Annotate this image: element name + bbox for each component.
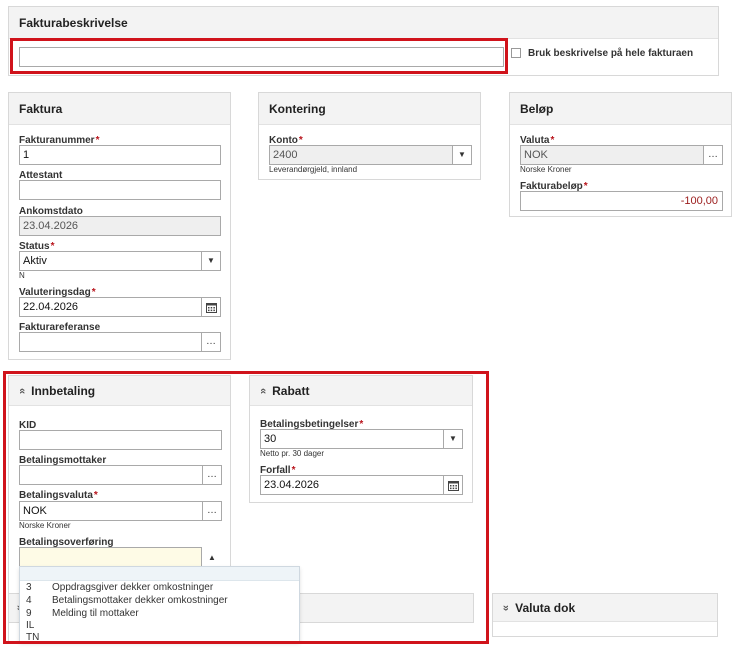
panel-title: Beløp <box>520 101 554 116</box>
valuta-dok-header[interactable]: « Valuta dok <box>493 594 717 622</box>
valuta-input[interactable]: NOK … <box>520 145 723 165</box>
fakturabeskrivelse-header: Fakturabeskrivelse <box>9 7 718 39</box>
forfall-input[interactable]: 23.04.2026 <box>260 475 463 495</box>
checkbox-label: Bruk beskrivelse på hele fakturaen <box>528 48 694 59</box>
betalingsbetingelser-sub: Netto pr. 30 dager <box>260 449 325 458</box>
faktura-header: Faktura <box>9 93 230 125</box>
dropdown-header <box>20 567 299 581</box>
valuta-value: NOK <box>524 149 548 161</box>
betalingsmottaker-input[interactable]: … <box>19 465 222 485</box>
betalingsvaluta-input[interactable]: NOK … <box>19 501 222 521</box>
chevron-down-icon[interactable]: ▼ <box>452 145 472 165</box>
valuta-dok-panel: « Valuta dok <box>492 593 718 637</box>
betalingsvaluta-label: Betalingsvaluta* <box>19 490 98 501</box>
status-select[interactable]: Aktiv ▼ <box>19 251 221 271</box>
ankomstdato-input: 23.04.2026 <box>19 216 221 236</box>
attestant-input[interactable] <box>19 180 221 200</box>
betalingsbetingelser-select[interactable]: 30 ▼ <box>260 429 463 449</box>
collapse-icon[interactable]: « <box>16 387 28 393</box>
ellipsis-icon[interactable]: … <box>202 501 222 521</box>
betalingsvaluta-sub: Norske Kroner <box>19 521 71 530</box>
panel-title: Rabatt <box>272 383 310 398</box>
dropdown-option[interactable]: 3 Oppdragsgiver dekker omkostninger <box>20 581 299 594</box>
konto-select[interactable]: 2400 ▼ <box>269 145 472 165</box>
chevron-down-icon[interactable]: ▼ <box>201 251 221 271</box>
fakturabeskrivelse-input[interactable] <box>19 47 504 67</box>
chevron-down-icon[interactable]: ▼ <box>443 429 463 449</box>
betalingsbetingelser-value: 30 <box>264 433 277 445</box>
panel-title: Fakturabeskrivelse <box>19 15 128 30</box>
collapse-icon[interactable]: « <box>257 387 269 393</box>
status-value: Aktiv <box>23 255 47 267</box>
ellipsis-icon[interactable]: … <box>202 465 222 485</box>
dropdown-option[interactable]: 9 Melding til mottaker <box>20 607 299 620</box>
rabatt-panel: « Rabatt Betalingsbetingelser* 30 ▼ Nett… <box>249 375 473 503</box>
expand-icon[interactable]: « <box>500 604 512 610</box>
belop-header: Beløp <box>510 93 731 125</box>
dropdown-option[interactable]: 4 Betalingsmottaker dekker omkostninger <box>20 594 299 607</box>
rabatt-header[interactable]: « Rabatt <box>250 376 472 406</box>
valuteringsdag-value: 22.04.2026 <box>23 301 79 313</box>
panel-title: Valuta dok <box>515 600 576 615</box>
kid-input[interactable] <box>19 430 222 450</box>
forfall-value: 23.04.2026 <box>264 479 320 491</box>
betalingsoverforing-dropdown[interactable]: 3 Oppdragsgiver dekker omkostninger 4 Beta… <box>19 566 300 644</box>
kontering-header: Kontering <box>259 93 480 125</box>
innbetaling-header[interactable]: « Innbetaling <box>9 376 230 406</box>
konto-value: 2400 <box>273 149 298 161</box>
konto-sub: Leverandørgjeld, innland <box>269 165 358 174</box>
ellipsis-icon[interactable]: … <box>703 145 723 165</box>
dropdown-option[interactable]: TN <box>20 632 299 644</box>
panel-title: Faktura <box>19 101 63 116</box>
fakturabelop-input[interactable]: -100,00 <box>520 191 723 211</box>
betalingsvaluta-value: NOK <box>23 505 47 517</box>
valuteringsdag-input[interactable]: 22.04.2026 <box>19 297 221 317</box>
dropdown-option[interactable]: IL <box>20 620 299 632</box>
calendar-icon[interactable] <box>201 297 221 317</box>
panel-title: Kontering <box>269 101 326 116</box>
betalingsoverforing-select[interactable] <box>19 547 202 567</box>
use-description-checkbox[interactable] <box>511 48 521 58</box>
fakturanummer-input[interactable]: 1 <box>19 145 221 165</box>
fakturabeskrivelse-panel: Fakturabeskrivelse Bruk beskrivelse på h… <box>8 6 719 76</box>
ellipsis-icon[interactable]: … <box>201 332 221 352</box>
faktura-panel: Faktura Fakturanummer* 1 Attestant Ankom… <box>8 92 231 360</box>
chevron-up-icon[interactable]: ▲ <box>202 547 222 567</box>
kontering-panel: Kontering Konto* 2400 ▼ Leverandørgjeld,… <box>258 92 481 180</box>
status-sub: N <box>19 271 25 280</box>
calendar-icon[interactable] <box>443 475 463 495</box>
belop-panel: Beløp Valuta* NOK … Norske Kroner Faktur… <box>509 92 732 217</box>
fakturareferanse-input[interactable]: … <box>19 332 221 352</box>
panel-title: Innbetaling <box>31 383 96 398</box>
valuta-sub: Norske Kroner <box>520 165 572 174</box>
